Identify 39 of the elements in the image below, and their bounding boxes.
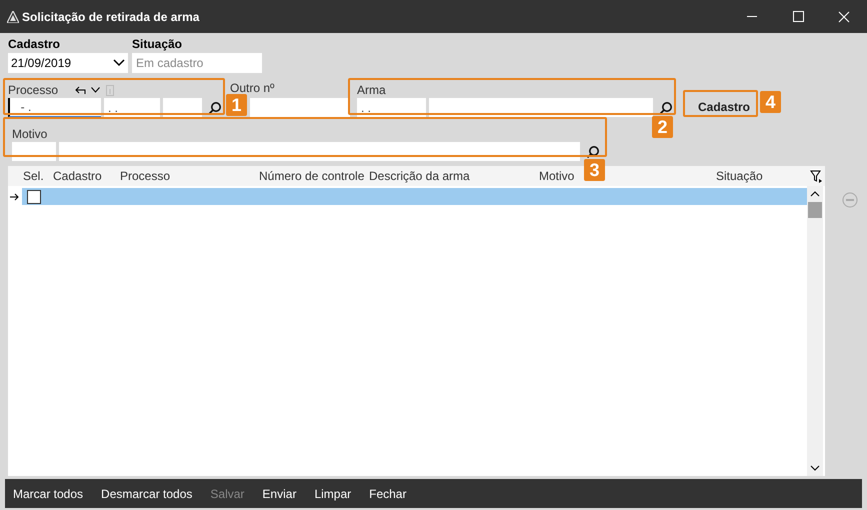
column-header[interactable]: Descrição da arma <box>369 167 470 185</box>
footer-button[interactable]: Enviar <box>262 484 296 502</box>
callout-badge: 2 <box>652 116 673 138</box>
search-icon[interactable] <box>586 144 600 158</box>
field-label: Situação <box>132 37 184 51</box>
field-label: Motivo <box>12 127 48 141</box>
column-header[interactable]: Processo <box>120 167 170 185</box>
column-header[interactable]: Cadastro <box>53 167 102 185</box>
footer-button[interactable]: Desmarcar todos <box>101 484 192 502</box>
field-label: Arma <box>357 83 387 97</box>
chevron-down-icon <box>113 59 125 67</box>
search-icon[interactable] <box>208 100 222 114</box>
column-header[interactable]: Situação <box>716 167 763 185</box>
column-header[interactable]: Motivo <box>539 167 574 185</box>
scroll-thumb[interactable] <box>808 202 822 218</box>
column-header[interactable]: Número de controle <box>259 167 364 185</box>
scrollbar[interactable] <box>807 186 823 476</box>
column-header[interactable]: Sel. <box>23 167 44 185</box>
filter-icon[interactable] <box>810 170 822 182</box>
field-label: Processo <box>8 83 60 97</box>
search-icon[interactable] <box>659 100 673 114</box>
input-field[interactable]: Em cadastro <box>132 53 262 73</box>
date-picker[interactable]: 21/09/2019 <box>8 53 128 73</box>
callout-badge: 3 <box>584 159 605 181</box>
row-pointer-icon <box>10 192 20 200</box>
window-title: Solicitação de retirada de arma <box>22 8 200 26</box>
footer-button[interactable]: Limpar <box>314 484 352 502</box>
callout-badge: 1 <box>226 94 247 116</box>
undo-arrow-icon[interactable] <box>74 85 86 95</box>
field-label: Outro nº <box>230 81 274 95</box>
app-logo-icon <box>7 10 19 22</box>
remove-icon[interactable] <box>842 192 858 208</box>
callout-badge: 4 <box>760 91 781 113</box>
footer-button[interactable]: Marcar todos <box>13 484 84 502</box>
checkbox[interactable] <box>27 190 41 204</box>
chevron-down-icon[interactable] <box>91 87 100 93</box>
input-field[interactable] <box>250 98 350 117</box>
footer-button[interactable]: Fechar <box>369 484 406 502</box>
field-label: Cadastro <box>8 37 62 51</box>
